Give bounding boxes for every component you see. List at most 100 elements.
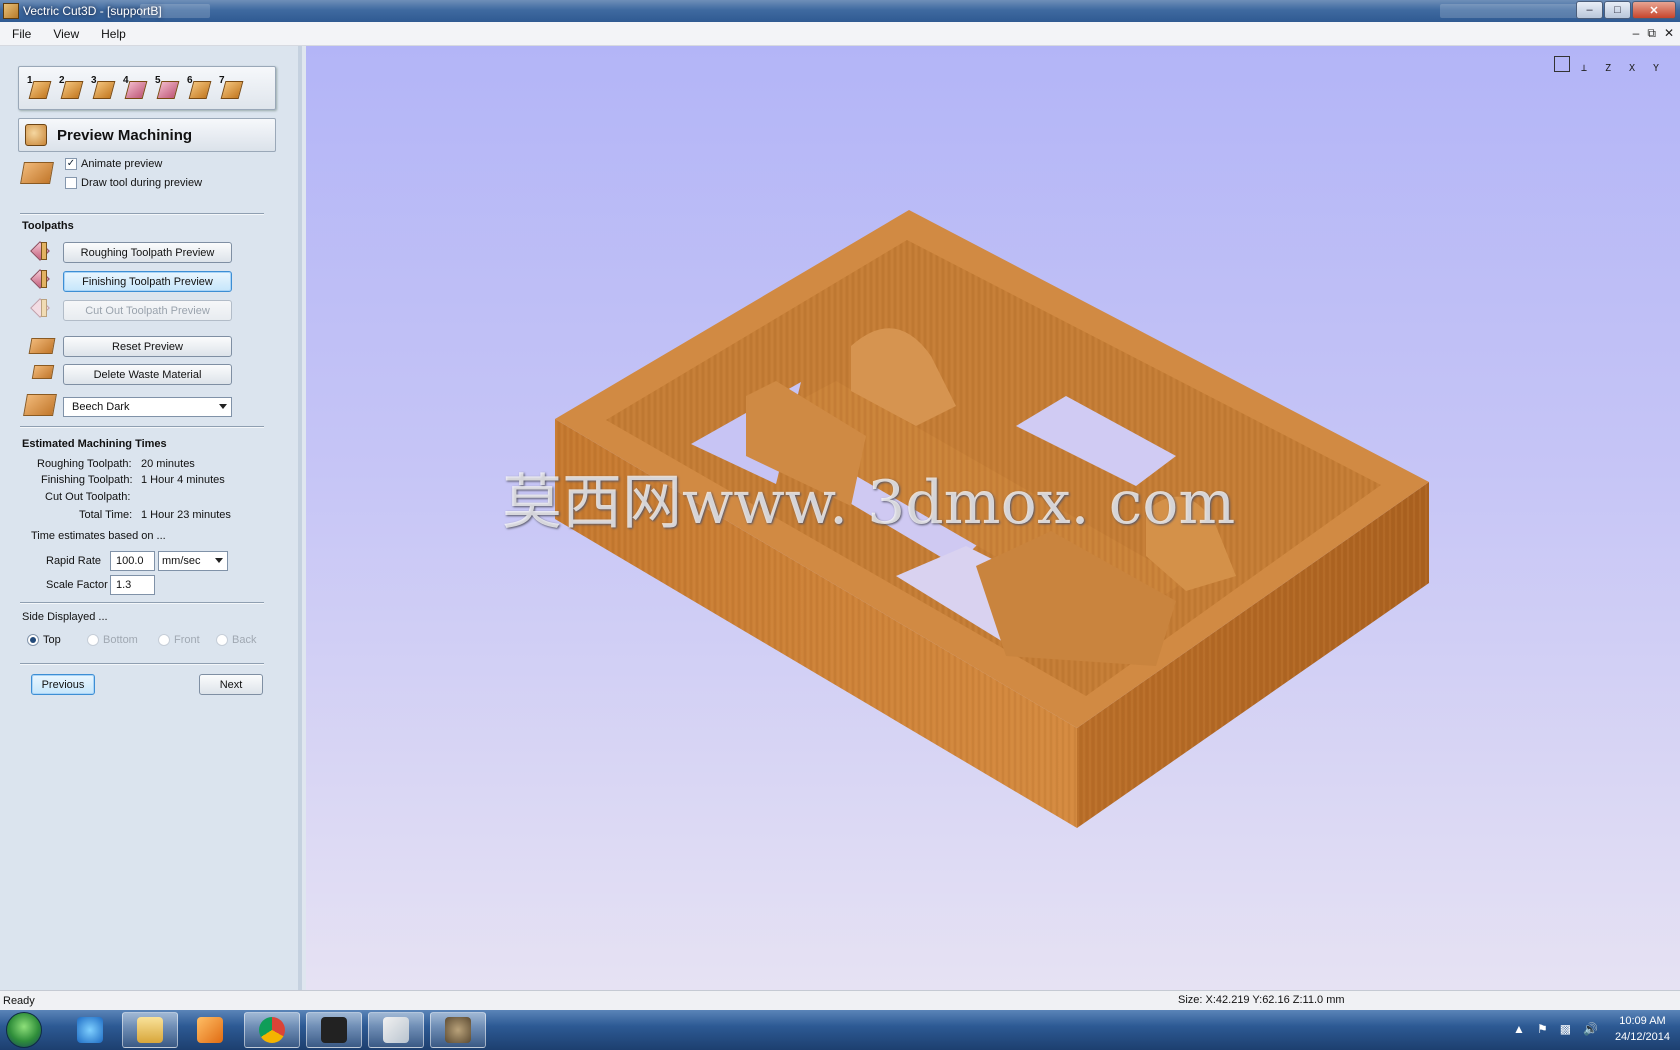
- taskbar-chrome-button[interactable]: [244, 1012, 300, 1048]
- doc-restore-icon[interactable]: ⧉: [1647, 26, 1656, 41]
- network-icon[interactable]: ▩: [1560, 1022, 1571, 1036]
- side-top-radio[interactable]: Top: [27, 634, 61, 646]
- system-tray: ▲ ⚑ ▩ 🔊: [1513, 1022, 1598, 1036]
- iso-view-icon[interactable]: ⊥: [1574, 54, 1594, 74]
- step-7-button[interactable]: 7: [219, 75, 244, 101]
- radio-unselected-icon: [158, 634, 170, 646]
- orientation-icon: [60, 81, 84, 99]
- radio-label: Bottom: [103, 634, 138, 646]
- divider: [20, 426, 264, 428]
- draw-tool-checkbox[interactable]: Draw tool during preview: [65, 177, 202, 189]
- radio-label: Top: [43, 634, 61, 646]
- taskbar-media-button[interactable]: [182, 1012, 238, 1048]
- scale-factor-value: 1.3: [116, 579, 132, 591]
- cutout-preview-button[interactable]: Cut Out Toolpath Preview: [63, 300, 232, 321]
- time-estimate-note: Time estimates based on ...: [31, 530, 166, 542]
- start-button[interactable]: [6, 1012, 42, 1048]
- action-center-flag-icon[interactable]: ⚑: [1537, 1022, 1548, 1036]
- roughing-time-label: Roughing Toolpath:: [37, 458, 132, 470]
- material-block-icon: [20, 162, 54, 184]
- menu-view[interactable]: View: [41, 27, 89, 41]
- side-front-radio[interactable]: Front: [158, 634, 200, 646]
- status-bar: Ready Size: X:42.219 Y:62.16 Z:11.0 mm: [0, 990, 1680, 1010]
- menu-bar: File View Help: [0, 22, 1680, 46]
- rapid-rate-label: Rapid Rate: [46, 555, 102, 567]
- taskbar-gimp-button[interactable]: [430, 1012, 486, 1048]
- step-3-button[interactable]: 3: [91, 75, 116, 101]
- fit-view-icon[interactable]: [1554, 56, 1570, 72]
- folder-icon: [137, 1017, 163, 1043]
- image-viewer-icon: [321, 1017, 347, 1043]
- animate-preview-checkbox[interactable]: ✓ Animate preview: [65, 158, 162, 170]
- finishing-toolpath-icon: [30, 269, 52, 290]
- side-displayed-heading: Side Displayed ...: [22, 611, 108, 623]
- taskbar-ie-button[interactable]: [62, 1012, 118, 1048]
- chrome-icon: [259, 1017, 285, 1043]
- reset-material-icon: [28, 338, 56, 354]
- maximize-button[interactable]: □: [1604, 1, 1631, 19]
- size-readout: Size: X:42.219 Y:62.16 Z:11.0 mm: [1178, 994, 1345, 1006]
- rapid-rate-unit-select[interactable]: mm/sec: [158, 551, 228, 571]
- step-4-button[interactable]: 4: [123, 75, 148, 101]
- radio-label: Front: [174, 634, 200, 646]
- rapid-rate-input[interactable]: 100.0: [110, 551, 155, 571]
- finishing-preview-button[interactable]: Finishing Toolpath Preview: [63, 271, 232, 292]
- clock-date: 24/12/2014: [1614, 1031, 1670, 1043]
- material-select[interactable]: Beech Dark: [63, 397, 232, 417]
- 3d-view[interactable]: 莫西网www. 3dmox. com ⊥ Z X Y: [306, 46, 1680, 990]
- cutout-time-label: Cut Out Toolpath:: [45, 491, 131, 503]
- cut3d-icon: [383, 1017, 409, 1043]
- taskbar-cut3d-button[interactable]: [368, 1012, 424, 1048]
- chevron-down-icon: [219, 404, 227, 409]
- reset-preview-button[interactable]: Reset Preview: [63, 336, 232, 357]
- scale-factor-input[interactable]: 1.3: [110, 575, 155, 595]
- side-bottom-radio[interactable]: Bottom: [87, 634, 138, 646]
- previous-button[interactable]: Previous: [31, 674, 95, 695]
- finishing-time-value: 1 Hour 4 minutes: [141, 474, 225, 486]
- step-5-button[interactable]: 5: [155, 75, 180, 101]
- delete-waste-button[interactable]: Delete Waste Material: [63, 364, 232, 385]
- step-1-button[interactable]: 1: [27, 75, 52, 101]
- taskbar-explorer-button[interactable]: [122, 1012, 178, 1048]
- clock[interactable]: 10:09 AM 24/12/2014: [1615, 1013, 1670, 1045]
- minimize-button[interactable]: –: [1576, 1, 1603, 19]
- y-view-icon[interactable]: Y: [1646, 54, 1666, 74]
- axis-label: Y: [1652, 63, 1660, 74]
- divider: [20, 602, 264, 604]
- step-2-button[interactable]: 2: [59, 75, 84, 101]
- x-view-icon[interactable]: X: [1622, 54, 1642, 74]
- menu-help[interactable]: Help: [89, 27, 136, 41]
- view-toolbar: ⊥ Z X Y: [1554, 54, 1666, 74]
- machining-times-heading: Estimated Machining Times: [22, 438, 167, 450]
- z-view-icon[interactable]: Z: [1598, 54, 1618, 74]
- finishing-time-label: Finishing Toolpath:: [41, 474, 133, 486]
- divider: [20, 663, 264, 665]
- taskbar-viewer-button[interactable]: [306, 1012, 362, 1048]
- side-back-radio[interactable]: Back: [216, 634, 256, 646]
- total-time-value: 1 Hour 23 minutes: [141, 509, 231, 521]
- page-header: Preview Machining: [18, 118, 276, 152]
- page-title: Preview Machining: [57, 126, 193, 144]
- waste-material-icon: [31, 365, 55, 379]
- taskbar: ▲ ⚑ ▩ 🔊 10:09 AM 24/12/2014: [0, 1010, 1680, 1050]
- next-button[interactable]: Next: [199, 674, 263, 695]
- close-button[interactable]: ✕: [1632, 1, 1676, 19]
- checkbox-label: Animate preview: [81, 158, 163, 170]
- roughing-preview-button[interactable]: Roughing Toolpath Preview: [63, 242, 232, 263]
- step-6-button[interactable]: 6: [187, 75, 212, 101]
- total-time-label: Total Time:: [79, 509, 133, 521]
- doc-close-icon[interactable]: ✕: [1664, 26, 1674, 41]
- checkbox-label: Draw tool during preview: [81, 177, 203, 189]
- volume-icon[interactable]: 🔊: [1583, 1022, 1598, 1036]
- document-window-controls: – ⧉ ✕: [1633, 26, 1674, 41]
- tray-expand-icon[interactable]: ▲: [1513, 1022, 1525, 1036]
- roughing-time-value: 20 minutes: [141, 458, 195, 470]
- watermark: 莫西网www. 3dmox. com: [502, 468, 1236, 538]
- setup-icon: [28, 81, 52, 99]
- material-swatch-icon: [23, 394, 57, 416]
- doc-minimize-icon[interactable]: –: [1633, 26, 1640, 41]
- radio-selected-icon: [27, 634, 39, 646]
- menu-file[interactable]: File: [0, 27, 41, 41]
- radio-label: Back: [232, 634, 257, 646]
- axis-label: Z: [1604, 63, 1612, 74]
